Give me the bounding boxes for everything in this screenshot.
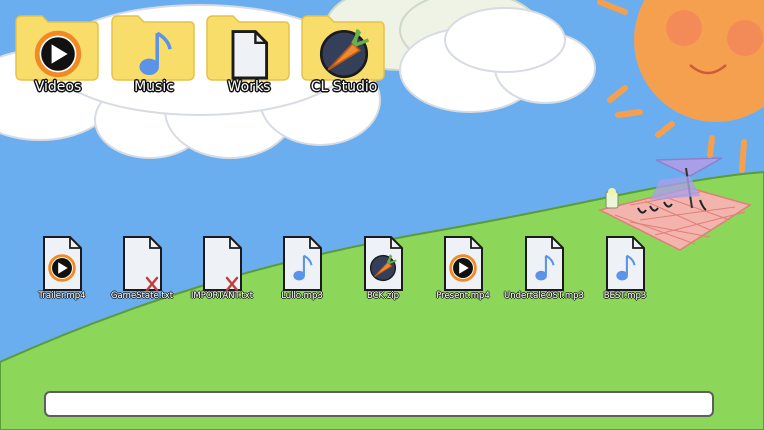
folder-works[interactable]: Works <box>203 12 295 98</box>
folder-music[interactable]: Music <box>108 12 200 98</box>
file-name: Present.mp4 <box>436 291 490 301</box>
desktop: Videos Music Works CL Studio Trailer.mp4… <box>0 0 764 430</box>
play-icon <box>48 254 76 282</box>
file-item[interactable]: IMPORTANT.txt <box>182 234 262 324</box>
file-item[interactable]: Trailer.mp4 <box>22 234 102 324</box>
file-icon <box>525 236 564 291</box>
file-name: UndertaleOST.mp3 <box>504 291 584 301</box>
file-icon <box>203 236 242 292</box>
folder-icon <box>301 15 385 81</box>
file-name: Trailer.mp4 <box>38 291 86 301</box>
file-item[interactable]: UndertaleOST.mp3 <box>504 234 584 324</box>
file-name: Lullo.mp3 <box>281 291 323 301</box>
file-item[interactable]: Present.mp4 <box>423 234 503 324</box>
folder-icon <box>15 15 99 81</box>
folder-icon <box>206 15 290 81</box>
folder-icon <box>111 15 195 81</box>
file-icon <box>43 236 82 291</box>
file-item[interactable]: BCK.zip <box>343 234 423 324</box>
folder-videos[interactable]: Videos <box>12 12 104 98</box>
file-name: BEST.mp3 <box>603 291 647 301</box>
file-item[interactable]: Lullo.mp3 <box>262 234 342 324</box>
play-icon <box>449 254 477 282</box>
file-item[interactable]: GameState.txt <box>102 234 182 324</box>
file-item[interactable]: BEST.mp3 <box>585 234 665 324</box>
play-icon <box>34 30 82 78</box>
file-icon <box>606 236 645 291</box>
file-icon <box>283 236 322 291</box>
file-icon <box>123 236 162 292</box>
folder-label: CL Studio <box>310 79 378 95</box>
folder-cl-studio[interactable]: CL Studio <box>298 12 390 98</box>
file-icon <box>364 236 403 291</box>
file-name: BCK.zip <box>366 291 400 301</box>
file-name: GameState.txt <box>110 291 174 301</box>
taskbar-input[interactable] <box>44 391 714 417</box>
document-icon <box>231 30 269 80</box>
file-icon <box>444 236 483 291</box>
file-name: IMPORTANT.txt <box>190 291 254 301</box>
